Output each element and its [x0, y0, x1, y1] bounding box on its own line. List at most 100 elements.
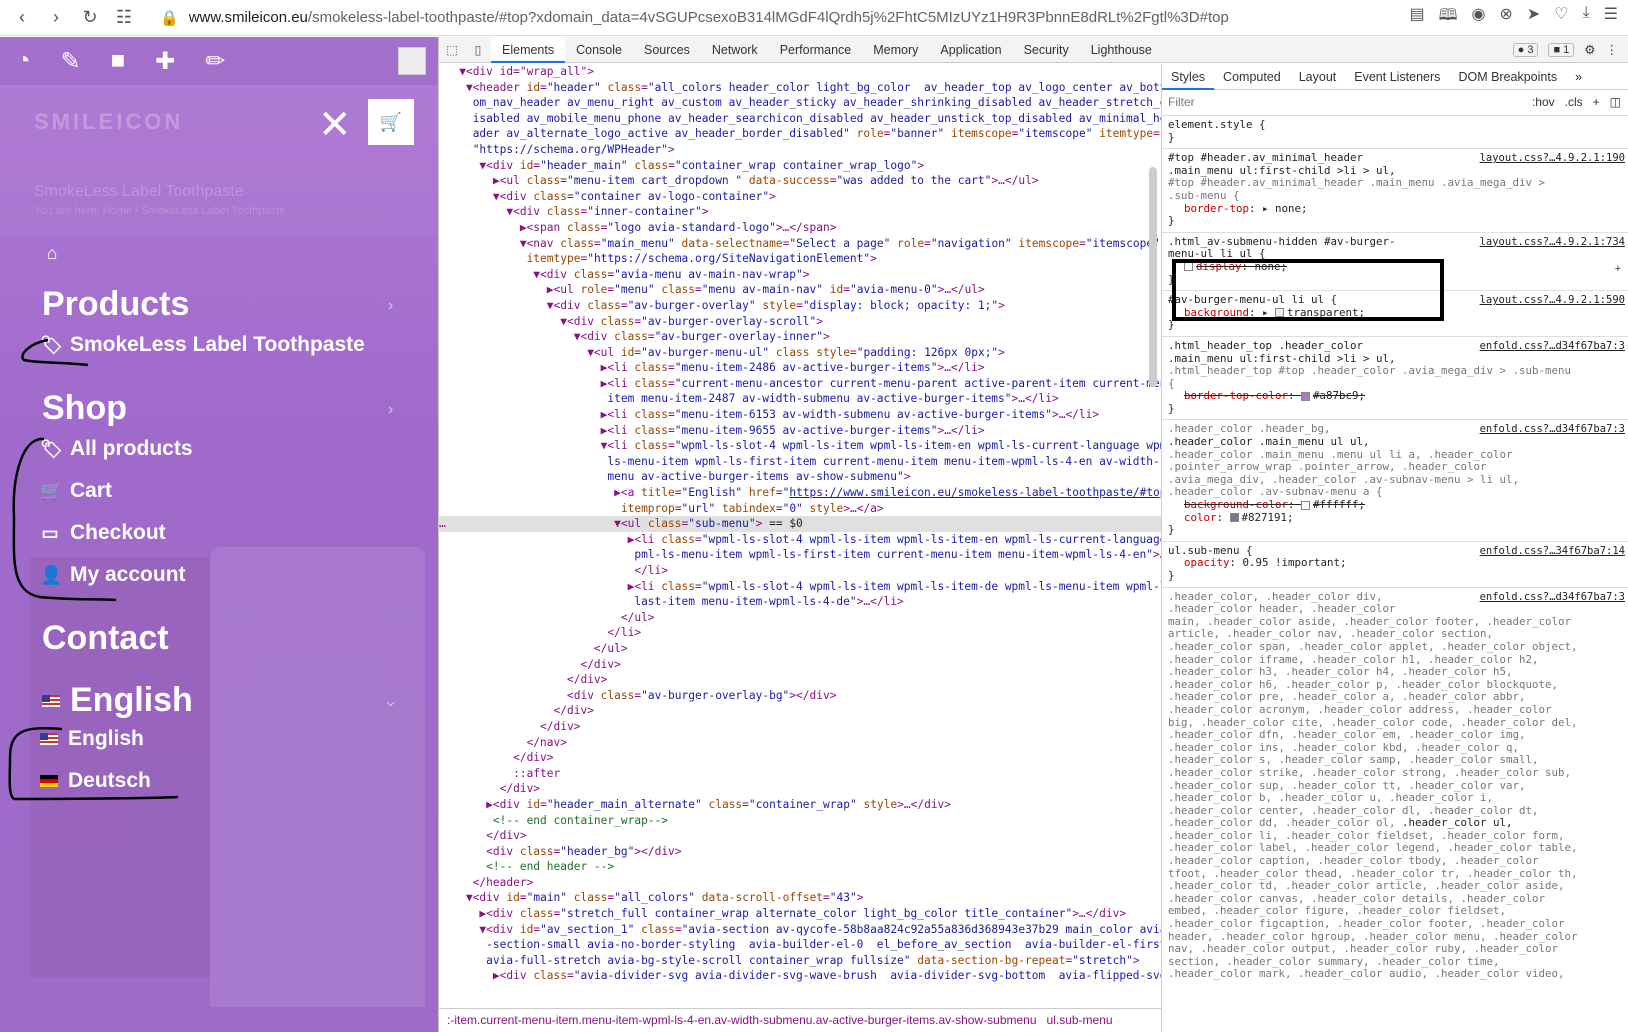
dom-line[interactable]: itemprop="url" tabindex="0" style>…</a> [439, 501, 1161, 517]
menu-item-all-products[interactable]: 🏷 All products [40, 437, 193, 461]
chevron-right-icon[interactable]: › [388, 401, 393, 419]
source-link[interactable]: layout.css?…4.9.2.1:190 [1480, 152, 1625, 165]
dom-line[interactable]: ▼<div class="container av-logo-container… [439, 189, 1161, 205]
dom-line[interactable]: ▶<div class="stretch_full container_wrap… [439, 906, 1161, 922]
dom-line[interactable]: </div> [439, 657, 1161, 673]
tab-computed[interactable]: Computed [1214, 64, 1290, 90]
tab-event-listeners[interactable]: Event Listeners [1345, 64, 1449, 90]
dom-line[interactable]: <!-- end container_wrap--> [439, 813, 1161, 829]
dom-line[interactable]: -section-small avia-no-border-styling av… [439, 937, 1161, 953]
dashboard-icon[interactable]: ◔ [16, 47, 31, 75]
close-icon[interactable]: ✕ [318, 105, 352, 145]
cart-icon[interactable]: 🛒 [368, 99, 414, 145]
avatar[interactable] [398, 47, 426, 75]
elements-tree[interactable]: ▼<div id="wrap_all"> ▼<header id="header… [439, 64, 1161, 1004]
new-rule-icon[interactable]: + [1593, 96, 1600, 109]
dom-line[interactable]: <!-- end header --> [439, 859, 1161, 875]
menu-item-deutsch[interactable]: Deutsch [40, 769, 151, 793]
menu-item-checkout[interactable]: ▭ Checkout [40, 521, 165, 545]
dom-line[interactable]: ▼<div class="av-burger-overlay-scroll"> [439, 314, 1161, 330]
chevron-right-icon[interactable]: › [388, 297, 393, 315]
address-bar[interactable]: 🔒 www.smileicon.eu/smokeless-label-tooth… [160, 9, 1229, 27]
camera-icon[interactable]: ◉ [1471, 4, 1485, 31]
dom-line[interactable]: "https://schema.org/WPHeader"> [439, 142, 1161, 158]
brush-icon[interactable]: ✎ [61, 47, 81, 76]
menu-item-smokeless[interactable]: 🏷 SmokeLess Label Toothpaste [40, 333, 365, 357]
menu-item-english[interactable]: English [40, 727, 144, 751]
dom-line[interactable]: ls-menu-item wpml-ls-first-item current-… [439, 454, 1161, 470]
dom-line[interactable]: ▼<div class="av-burger-overlay" style="d… [439, 298, 1161, 314]
dom-line[interactable]: ▶<ul role="menu" class="menu av-main-nav… [439, 282, 1161, 298]
dom-line[interactable]: </nav> [439, 735, 1161, 751]
dom-line[interactable]: ▶<div id="header_main_alternate" class="… [439, 797, 1161, 813]
dom-line[interactable]: ▶<li class="menu-item-9655 av-active-bur… [439, 423, 1161, 439]
comment-icon[interactable]: ■ [111, 47, 126, 75]
dom-line[interactable]: ader av_alternate_logo_active av_header_… [439, 126, 1161, 142]
dom-line[interactable]: </div> [439, 672, 1161, 688]
source-link[interactable]: enfold.css?…d34f67ba7:3 [1480, 423, 1625, 436]
dom-line[interactable]: avia-full-stretch avia-bg-style-scroll c… [439, 953, 1161, 969]
dom-line-selected[interactable]: … ▼<ul class="sub-menu"> == $0 [439, 516, 1161, 532]
elements-scrollbar[interactable] [1149, 167, 1157, 387]
styles-filter[interactable]: Filter :hov .cls + ◫ [1162, 90, 1628, 116]
dom-line[interactable]: ▶<li class="current-menu-ancestor curren… [439, 376, 1161, 392]
dom-line[interactable]: ▼<div class="av-burger-overlay-inner"> [439, 329, 1161, 345]
tab-performance[interactable]: Performance [769, 37, 863, 63]
menu-item-contact[interactable]: Contact [42, 619, 169, 658]
dom-line[interactable]: itemtype="https://schema.org/SiteNavigat… [439, 251, 1161, 267]
send-icon[interactable]: ➤ [1527, 4, 1540, 31]
tab-security[interactable]: Security [1013, 37, 1080, 63]
dom-line[interactable]: last-item menu-item-wpml-ls-4-de">…</li> [439, 594, 1161, 610]
tab-dom-breakpoints[interactable]: DOM Breakpoints [1449, 64, 1566, 90]
dom-line[interactable]: ▼<header id="header" class="all_colors h… [439, 80, 1161, 96]
tab-network[interactable]: Network [701, 37, 769, 63]
source-link[interactable]: enfold.css?…34f67ba7:14 [1480, 545, 1625, 558]
message-badge[interactable]: ■ 1 [1548, 42, 1575, 57]
dom-line[interactable]: ▼<ul id="av-burger-menu-ul" class style=… [439, 345, 1161, 361]
error-badge[interactable]: ● 3 [1512, 42, 1539, 57]
dom-line[interactable]: ▶<ul class="menu-item cart_dropdown " da… [439, 173, 1161, 189]
css-rule[interactable]: enfold.css?…d34f67ba7:3 .header_color .h… [1162, 420, 1628, 542]
breadcrumb-item[interactable]: :-item.current-menu-item.menu-item-wpml-… [447, 1013, 1037, 1027]
reload-icon[interactable]: ↻ [80, 7, 100, 28]
dom-line[interactable]: menu av-active-burger-items av-show-subm… [439, 469, 1161, 485]
dom-line[interactable]: ▼<div id="header_main" class="container_… [439, 158, 1161, 174]
device-toolbar-icon[interactable]: ▯ [465, 42, 491, 57]
block-icon[interactable]: ⊗ [1499, 4, 1512, 31]
breadcrumb-item-current[interactable]: ul.sub-menu [1047, 1013, 1113, 1027]
dom-line[interactable]: </li> [439, 625, 1161, 641]
menu-item-my-account[interactable]: 👤 My account [40, 563, 186, 587]
tab-sources[interactable]: Sources [633, 37, 701, 63]
dom-line[interactable]: </div> [439, 781, 1161, 797]
heart-icon[interactable]: ♡ [1554, 4, 1568, 31]
dom-line[interactable]: ▶<a title="English" href="https://www.sm… [439, 485, 1161, 501]
dom-line[interactable]: ▼<div id="wrap_all"> [439, 64, 1161, 80]
dom-line[interactable]: ▶<div class="avia-divider-svg avia-divid… [439, 968, 1161, 984]
dom-line[interactable]: pml-ls-menu-item wpml-ls-first-item curr… [439, 547, 1161, 563]
css-rule[interactable]: element.style {} [1162, 116, 1628, 150]
dom-line[interactable]: </ul> [439, 610, 1161, 626]
menu-icon[interactable]: ☰ [1604, 4, 1618, 31]
dom-line[interactable]: </div> [439, 719, 1161, 735]
home-icon[interactable]: ⌂ [42, 243, 62, 264]
tab-elements[interactable]: Elements [491, 36, 566, 63]
dom-line[interactable]: ▼<nav class="main_menu" data-selectname=… [439, 236, 1161, 252]
dom-line[interactable]: </div> [439, 703, 1161, 719]
computed-sidebar-icon[interactable]: ◫ [1610, 96, 1621, 109]
more-icon[interactable]: ⋮ [1606, 42, 1619, 57]
css-rule[interactable]: enfold.css?…d34f67ba7:3 .html_header_top… [1162, 337, 1628, 421]
dom-line[interactable]: </ul> [439, 641, 1161, 657]
tab-application[interactable]: Application [929, 37, 1012, 63]
site-logo[interactable]: SMILEICON [34, 109, 183, 135]
tab-memory[interactable]: Memory [862, 37, 929, 63]
inspect-icon[interactable]: ⬚ [439, 42, 465, 57]
dom-line[interactable]: ▶<li class="menu-item-6153 av-width-subm… [439, 407, 1161, 423]
dom-line[interactable]: </header> [439, 875, 1161, 891]
dom-line[interactable]: ▼<div class="avia-menu av-main-nav-wrap"… [439, 267, 1161, 283]
reader-icon[interactable]: ▤ [1409, 4, 1424, 31]
hov-toggle[interactable]: :hov [1532, 96, 1555, 109]
source-link[interactable]: enfold.css?…d34f67ba7:3 [1480, 340, 1625, 353]
dom-line[interactable]: ▶<li class="menu-item-2486 av-active-bur… [439, 360, 1161, 376]
css-rule[interactable]: layout.css?…4.9.2.1:190 #top #header.av_… [1162, 149, 1628, 233]
dom-line[interactable]: </div> [439, 828, 1161, 844]
